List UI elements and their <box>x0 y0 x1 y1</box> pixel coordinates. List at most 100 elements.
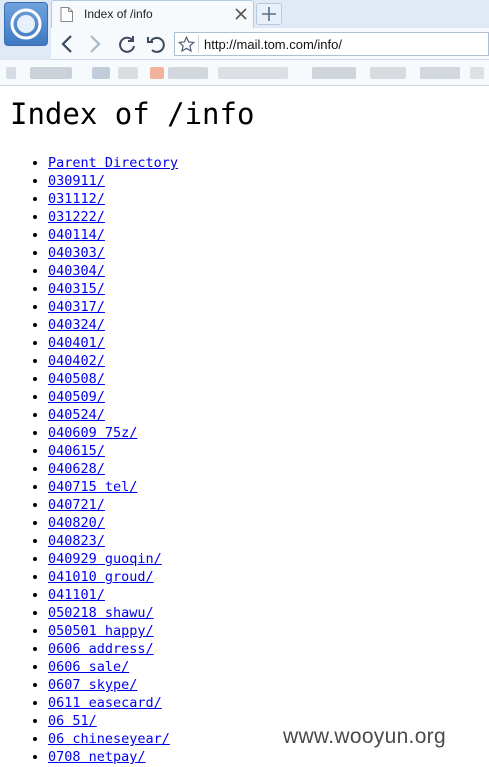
list-item: 040524/ <box>48 406 178 424</box>
directory-link[interactable]: 040304/ <box>48 263 105 279</box>
list-item: 0606 address/ <box>48 640 178 658</box>
list-item: 040304/ <box>48 262 178 280</box>
navigation-toolbar: http://mail.tom.com/info/ <box>51 28 489 60</box>
list-item: 040615/ <box>48 442 178 460</box>
bookmark-item[interactable] <box>150 67 164 79</box>
list-item: 040508/ <box>48 370 178 388</box>
directory-link[interactable]: 030911/ <box>48 173 105 189</box>
list-item: Parent Directory <box>48 154 178 172</box>
list-item: 040715 tel/ <box>48 478 178 496</box>
directory-link[interactable]: 040324/ <box>48 317 105 333</box>
list-item: 040929 guoqin/ <box>48 550 178 568</box>
tab-title: Index of /info <box>84 7 153 21</box>
page-title: Index of /info <box>10 97 255 131</box>
directory-link[interactable]: 06 51/ <box>48 713 97 729</box>
directory-link[interactable]: 050501 happy/ <box>48 623 154 639</box>
address-bar[interactable]: http://mail.tom.com/info/ <box>174 32 489 56</box>
bookmark-item[interactable] <box>420 67 460 79</box>
plus-icon <box>262 7 276 21</box>
url-separator <box>198 35 199 53</box>
bookmark-item[interactable] <box>470 67 484 79</box>
directory-link[interactable]: 040715 tel/ <box>48 479 137 495</box>
list-item: 040509/ <box>48 388 178 406</box>
parent-directory-link[interactable]: Parent Directory <box>48 155 178 171</box>
browser-chrome: Index of /info http://mail.tom.com/info/ <box>0 0 489 86</box>
list-item: 040303/ <box>48 244 178 262</box>
directory-link[interactable]: 040401/ <box>48 335 105 351</box>
list-item: 0708 netpay/ <box>48 748 178 766</box>
directory-link[interactable]: 040317/ <box>48 299 105 315</box>
bookmark-item[interactable] <box>92 67 110 79</box>
directory-link[interactable]: 040929 guoqin/ <box>48 551 162 567</box>
bookmark-item[interactable] <box>370 67 406 79</box>
list-item: 0611 easecard/ <box>48 694 178 712</box>
bookmarks-bar <box>0 60 489 86</box>
bookmark-item[interactable] <box>218 67 288 79</box>
undo-icon[interactable] <box>146 34 166 54</box>
list-item: 040721/ <box>48 496 178 514</box>
directory-link[interactable]: 031112/ <box>48 191 105 207</box>
list-item: 031222/ <box>48 208 178 226</box>
page-icon <box>60 7 73 22</box>
list-item: 0606 sale/ <box>48 658 178 676</box>
list-item: 040628/ <box>48 460 178 478</box>
list-item: 031112/ <box>48 190 178 208</box>
directory-link[interactable]: 0708 netpay/ <box>48 749 146 765</box>
watermark-text: www.wooyun.org <box>283 725 446 748</box>
directory-link[interactable]: 040114/ <box>48 227 105 243</box>
directory-link[interactable]: 040315/ <box>48 281 105 297</box>
directory-link[interactable]: 050218 shawu/ <box>48 605 154 621</box>
directory-link[interactable]: 0611 easecard/ <box>48 695 162 711</box>
directory-link[interactable]: 040509/ <box>48 389 105 405</box>
star-icon[interactable] <box>178 36 195 53</box>
list-item: 040609 75z/ <box>48 424 178 442</box>
list-item: 040823/ <box>48 532 178 550</box>
bookmark-item[interactable] <box>168 67 208 79</box>
back-icon[interactable] <box>60 34 74 54</box>
url-input[interactable]: http://mail.tom.com/info/ <box>204 37 342 52</box>
browser-menu-button[interactable] <box>4 2 48 46</box>
directory-link[interactable]: 040628/ <box>48 461 105 477</box>
directory-link[interactable]: 041101/ <box>48 587 105 603</box>
directory-link[interactable]: 040402/ <box>48 353 105 369</box>
directory-link[interactable]: 0606 address/ <box>48 641 154 657</box>
bookmark-item[interactable] <box>312 67 356 79</box>
directory-link[interactable]: 040508/ <box>48 371 105 387</box>
directory-link[interactable]: 0606 sale/ <box>48 659 129 675</box>
list-item: 040317/ <box>48 298 178 316</box>
bookmark-item[interactable] <box>6 67 16 79</box>
directory-link[interactable]: 0607 skype/ <box>48 677 137 693</box>
list-item: 040820/ <box>48 514 178 532</box>
list-item: 040315/ <box>48 280 178 298</box>
bookmark-item[interactable] <box>30 67 72 79</box>
new-tab-button[interactable] <box>256 3 282 25</box>
directory-link[interactable]: 040303/ <box>48 245 105 261</box>
directory-link[interactable]: 031222/ <box>48 209 105 225</box>
directory-link[interactable]: 040721/ <box>48 497 105 513</box>
directory-link[interactable]: 040609 75z/ <box>48 425 137 441</box>
directory-link[interactable]: 040820/ <box>48 515 105 531</box>
tab-active[interactable]: Index of /info <box>51 0 254 28</box>
forward-icon[interactable] <box>88 34 102 54</box>
directory-listing: Parent Directory 030911/031112/031222/040… <box>0 154 178 766</box>
list-item: 030911/ <box>48 172 178 190</box>
list-item: 040324/ <box>48 316 178 334</box>
close-icon[interactable] <box>235 8 247 20</box>
bookmark-item[interactable] <box>118 67 138 79</box>
directory-link[interactable]: 040823/ <box>48 533 105 549</box>
directory-link[interactable]: 041010 groud/ <box>48 569 154 585</box>
directory-link[interactable]: 06 chineseyear/ <box>48 731 170 747</box>
browser-logo-icon <box>10 8 42 40</box>
refresh-icon[interactable] <box>117 34 137 54</box>
list-item: 050501 happy/ <box>48 622 178 640</box>
directory-link[interactable]: 040615/ <box>48 443 105 459</box>
list-item: 0607 skype/ <box>48 676 178 694</box>
directory-link[interactable]: 040524/ <box>48 407 105 423</box>
list-item: 06 51/ <box>48 712 178 730</box>
list-item: 041101/ <box>48 586 178 604</box>
list-item: 06 chineseyear/ <box>48 730 178 748</box>
list-item: 040401/ <box>48 334 178 352</box>
list-item: 041010 groud/ <box>48 568 178 586</box>
list-item: 040402/ <box>48 352 178 370</box>
list-item: 040114/ <box>48 226 178 244</box>
